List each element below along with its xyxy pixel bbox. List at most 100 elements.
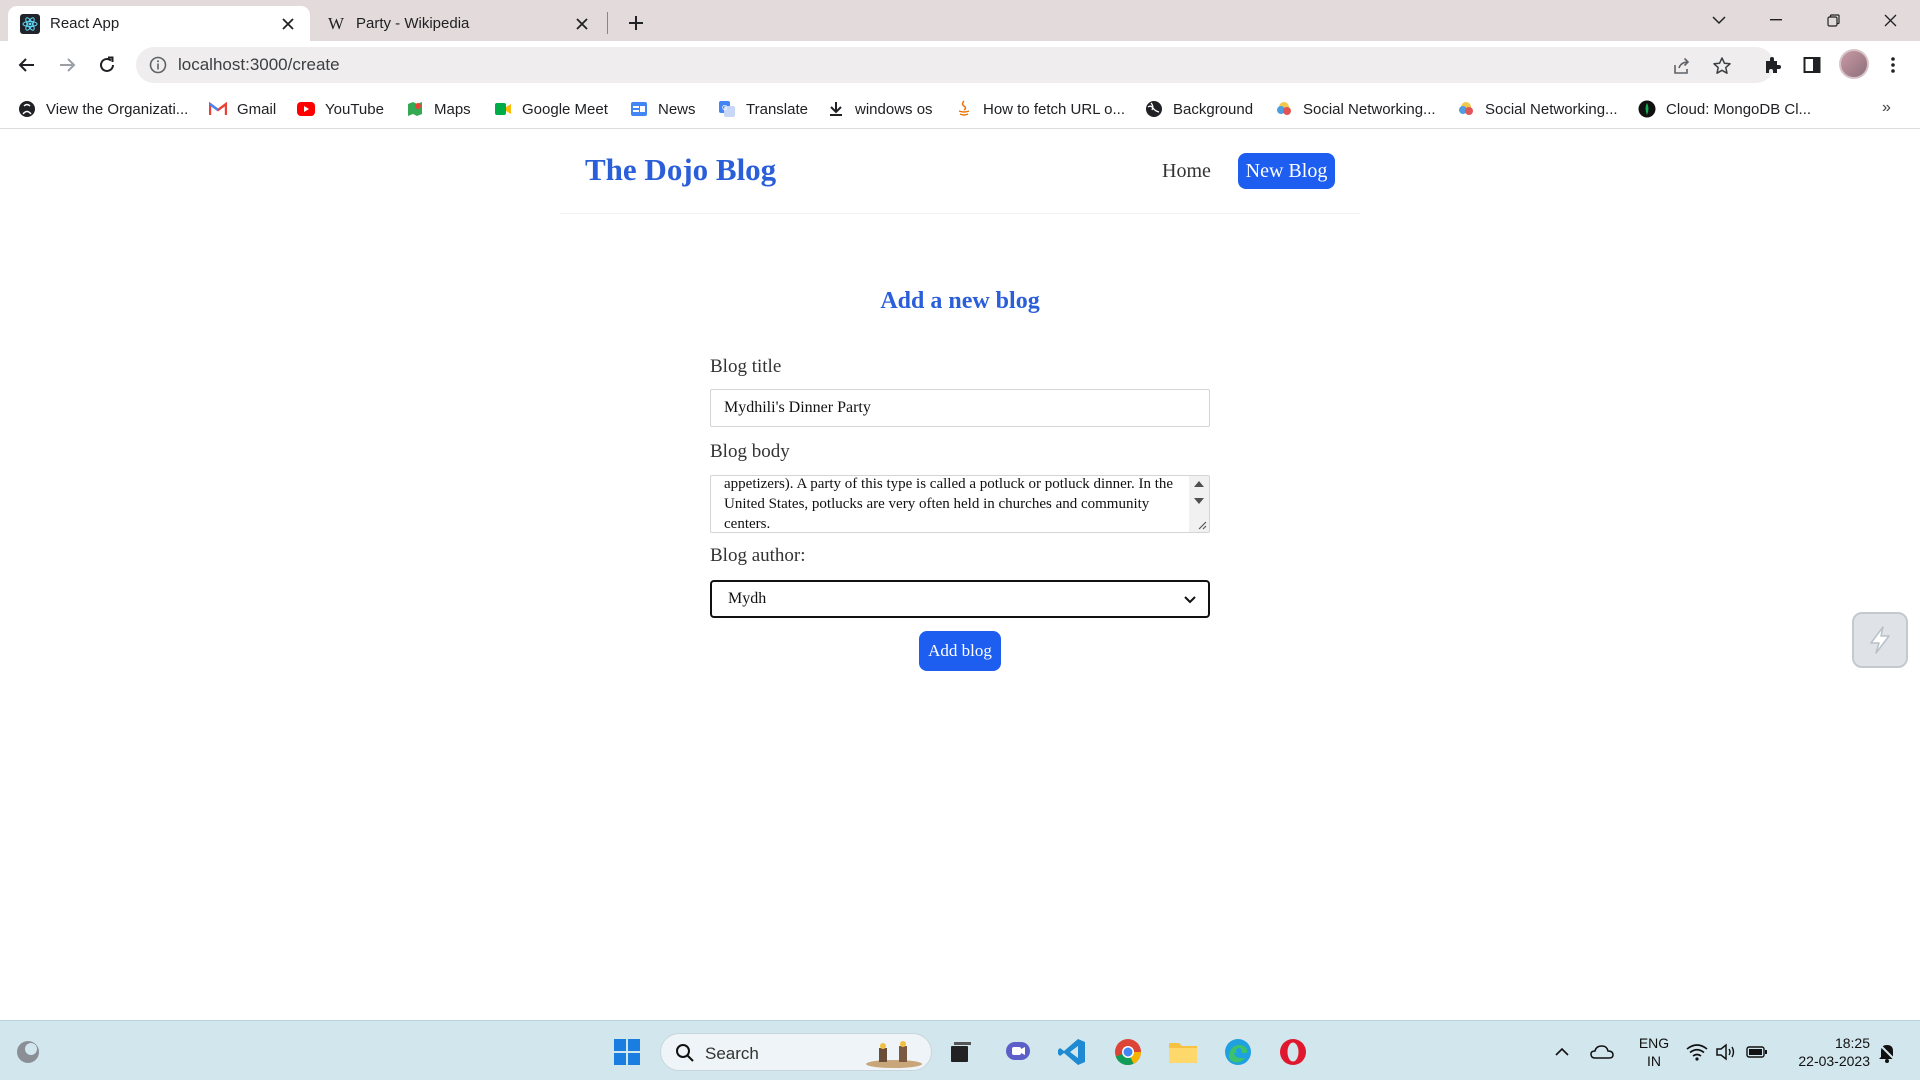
nav-new-blog-link[interactable]: New Blog bbox=[1238, 153, 1335, 189]
translate-icon: G bbox=[718, 100, 736, 118]
gmail-icon bbox=[209, 100, 227, 118]
add-blog-button[interactable]: Add blog bbox=[919, 631, 1001, 671]
file-explorer-icon[interactable] bbox=[1166, 1035, 1200, 1069]
chevron-up-icon bbox=[1555, 1047, 1569, 1056]
more-menu-icon[interactable] bbox=[1881, 53, 1905, 77]
new-tab-button[interactable] bbox=[622, 9, 650, 37]
taskbar-search[interactable]: Search bbox=[660, 1033, 932, 1071]
bookmark-maps[interactable]: Maps bbox=[406, 97, 471, 121]
close-icon[interactable] bbox=[278, 14, 298, 34]
side-panel-icon[interactable] bbox=[1800, 53, 1824, 77]
clock[interactable]: 18:25 22-03-2023 bbox=[1780, 1034, 1870, 1070]
chevron-down-icon bbox=[1184, 596, 1196, 604]
scroll-up-icon[interactable] bbox=[1194, 481, 1204, 487]
task-view-icon[interactable] bbox=[944, 1035, 978, 1069]
bookmark-label: View the Organizati... bbox=[46, 100, 189, 118]
page-title: Add a new blog bbox=[880, 288, 1040, 314]
bell-icon bbox=[1878, 1043, 1896, 1063]
github-icon bbox=[18, 100, 36, 118]
scroll-down-icon[interactable] bbox=[1194, 498, 1204, 504]
bookmark-label: windows os bbox=[855, 100, 933, 118]
bookmark-label: Translate bbox=[746, 100, 808, 118]
more-bookmarks-button[interactable]: » bbox=[1882, 99, 1891, 117]
battery-icon[interactable] bbox=[1740, 1035, 1774, 1069]
bookmark-label: How to fetch URL o... bbox=[983, 100, 1126, 118]
blog-author-select[interactable]: Mydh bbox=[710, 580, 1210, 618]
tab-title: React App bbox=[50, 15, 120, 32]
bookmark-label: Social Networking... bbox=[1485, 100, 1618, 118]
address-bar[interactable]: localhost:3000/create bbox=[136, 47, 1774, 83]
cloud-icon bbox=[1275, 100, 1293, 118]
floating-widget-button[interactable] bbox=[1852, 612, 1908, 668]
share-icon[interactable] bbox=[1671, 55, 1693, 77]
bookmark-background[interactable]: Background bbox=[1145, 97, 1253, 121]
plus-icon bbox=[629, 16, 643, 30]
search-highlight-icon bbox=[866, 1041, 922, 1068]
weather-widget-icon[interactable] bbox=[11, 1035, 45, 1069]
language-indicator[interactable]: ENG IN bbox=[1634, 1034, 1674, 1070]
restore-icon bbox=[1826, 13, 1840, 27]
download-icon bbox=[827, 100, 845, 118]
tab-react-app[interactable]: React App bbox=[8, 6, 310, 41]
bookmark-view-organization[interactable]: View the Organizati... bbox=[18, 97, 188, 121]
back-button[interactable] bbox=[12, 50, 42, 80]
wikipedia-icon: W bbox=[327, 13, 345, 33]
teams-chat-icon[interactable] bbox=[1001, 1035, 1035, 1069]
onedrive-icon[interactable] bbox=[1585, 1035, 1619, 1069]
bookmark-gmail[interactable]: Gmail bbox=[209, 97, 276, 121]
region-code: IN bbox=[1647, 1053, 1661, 1069]
java-icon bbox=[955, 100, 973, 118]
start-button[interactable] bbox=[610, 1035, 644, 1069]
reload-button[interactable] bbox=[92, 50, 122, 80]
minimize-button[interactable] bbox=[1753, 6, 1799, 34]
edge-icon[interactable] bbox=[1221, 1035, 1255, 1069]
windows-taskbar: Search ENG IN 18:25 22-03-2023 bbox=[0, 1020, 1920, 1080]
lightning-icon bbox=[1870, 626, 1890, 654]
restore-button[interactable] bbox=[1810, 6, 1856, 34]
bookmark-label: News bbox=[658, 100, 696, 118]
blog-body-text: appetizers). A party of this type is cal… bbox=[724, 476, 1174, 532]
blog-title-input[interactable]: Mydhili's Dinner Party bbox=[710, 389, 1210, 427]
reload-icon bbox=[100, 56, 114, 72]
bookmark-youtube[interactable]: YouTube bbox=[297, 97, 384, 121]
blog-body-textarea[interactable]: appetizers). A party of this type is cal… bbox=[710, 475, 1210, 533]
tab-search-button[interactable] bbox=[1696, 6, 1742, 34]
profile-avatar[interactable] bbox=[1839, 49, 1869, 79]
bookmark-translate[interactable]: G Translate bbox=[718, 97, 808, 121]
browser-toolbar: localhost:3000/create bbox=[0, 41, 1920, 89]
bookmark-google-meet[interactable]: Google Meet bbox=[494, 97, 608, 121]
bookmark-news[interactable]: News bbox=[630, 97, 696, 121]
chrome-taskbar-icon[interactable] bbox=[1111, 1035, 1145, 1069]
bookmark-fetch-url[interactable]: How to fetch URL o... bbox=[955, 97, 1125, 121]
bookmarks-bar: View the Organizati... Gmail YouTube Map… bbox=[0, 89, 1920, 129]
extensions-icon[interactable] bbox=[1760, 53, 1784, 77]
bookmark-social-networking-1[interactable]: Social Networking... bbox=[1275, 97, 1436, 121]
close-window-button[interactable] bbox=[1867, 6, 1913, 34]
bookmark-label: Maps bbox=[434, 100, 471, 118]
nav-home-link[interactable]: Home bbox=[1162, 160, 1211, 183]
arrow-right-icon bbox=[60, 58, 76, 72]
vscode-icon[interactable] bbox=[1055, 1035, 1089, 1069]
close-icon[interactable] bbox=[572, 14, 592, 34]
tab-divider bbox=[607, 12, 608, 34]
volume-icon[interactable] bbox=[1709, 1035, 1743, 1069]
minimize-icon bbox=[1770, 19, 1782, 21]
maps-icon bbox=[406, 100, 424, 118]
tab-party-wikipedia[interactable]: W Party - Wikipedia bbox=[314, 6, 604, 41]
bookmark-windows-os[interactable]: windows os bbox=[827, 97, 933, 121]
info-icon bbox=[149, 56, 167, 74]
windows-logo-icon bbox=[614, 1039, 640, 1065]
bookmark-label: Google Meet bbox=[522, 100, 608, 118]
meet-icon bbox=[494, 100, 512, 118]
selected-author: Mydh bbox=[728, 590, 767, 607]
notification-icon[interactable] bbox=[1870, 1035, 1904, 1069]
show-hidden-icons[interactable] bbox=[1545, 1035, 1579, 1069]
forward-button[interactable] bbox=[52, 50, 82, 80]
globe-icon bbox=[1145, 100, 1163, 118]
bookmark-mongodb[interactable]: Cloud: MongoDB Cl... bbox=[1638, 97, 1811, 121]
opera-icon[interactable] bbox=[1276, 1035, 1310, 1069]
react-icon bbox=[20, 13, 40, 34]
star-icon[interactable] bbox=[1711, 55, 1733, 77]
bookmark-social-networking-2[interactable]: Social Networking... bbox=[1457, 97, 1618, 121]
resize-grip-icon[interactable] bbox=[1197, 520, 1207, 530]
